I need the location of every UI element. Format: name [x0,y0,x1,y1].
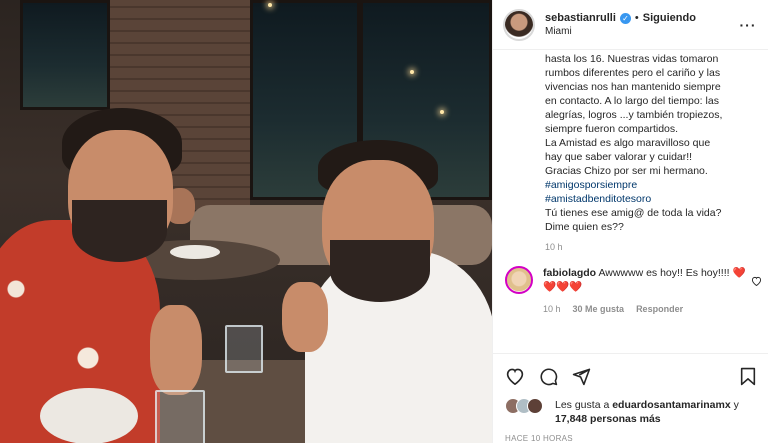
water-glass [155,390,205,443]
comment-time[interactable]: 10 h [543,302,561,316]
following-button[interactable]: Siguiendo [643,12,696,24]
comment-text: Awwwww es hoy!! Es hoy!!!! [598,267,730,279]
hashtag-link[interactable]: #amistadbenditotesoro [545,192,756,206]
hashtag-link[interactable]: #amigosporsiempre [545,178,756,192]
restaurant-window-left [20,0,110,110]
heart-icon[interactable] [505,367,525,385]
caption-line: hasta los 16. Nuestras vidas tomaron [545,53,719,65]
comment-likes-count[interactable]: 30 Me gusta [573,302,625,316]
caption-line: rumbos diferentes pero el cariño y las [545,67,721,79]
comment-item: fabiolagdo Awwwww es hoy!! Es hoy!!!! ❤️… [505,266,762,316]
author-avatar[interactable] [503,8,535,41]
caption-time[interactable]: 10 h [545,242,756,252]
lamp-light [268,3,272,7]
water-glass [225,325,263,373]
separator-dot: • [634,12,639,24]
caption-line: siempre fueron compartidos. [545,123,679,135]
right-person-thumbs-up [282,282,328,352]
author-info: sebastianrulli ✓ • Siguiendo Miami [545,12,738,37]
caption-line: vivencias nos han mantenido siempre [545,81,721,93]
action-icons-bar [505,364,756,388]
more-options-icon[interactable]: ··· [738,17,758,33]
comment-body: fabiolagdo Awwwww es hoy!! Es hoy!!!! ❤️… [543,266,756,316]
post-location[interactable]: Miami [545,26,738,37]
comment-icon[interactable] [539,367,558,386]
commenter-username[interactable]: fabiolagdo [543,267,596,279]
instagram-post: sebastianrulli ✓ • Siguiendo Miami ··· h… [0,0,768,443]
post-side-panel: sebastianrulli ✓ • Siguiendo Miami ··· h… [492,0,768,443]
liker-avatar[interactable] [527,398,543,414]
post-timestamp[interactable]: HACE 10 HORAS [505,434,756,443]
caption-line: La Amistad es algo maravilloso que [545,137,711,149]
caption-line: en contacto. A lo largo del tiempo: las [545,95,719,107]
post-photo[interactable] [0,0,492,443]
author-line: sebastianrulli ✓ • Siguiendo [545,12,738,24]
post-caption: hasta los 16. Nuestras vidas tomaron rum… [545,52,756,234]
comment-reply-button[interactable]: Responder [636,302,683,316]
comment-meta: 10 h 30 Me gusta Responder [543,302,756,316]
dinner-plate [40,388,138,443]
comments-area[interactable]: hasta los 16. Nuestras vidas tomaron rum… [493,50,768,353]
post-header: sebastianrulli ✓ • Siguiendo Miami ··· [493,0,768,50]
likes-prefix: Les gusta a [555,399,610,411]
liker-avatars [505,398,555,414]
heart-outline-icon[interactable] [751,276,762,289]
commenter-avatar[interactable] [505,266,533,294]
right-person-beard [330,240,430,302]
caption-line: hay que saber valorar y cuidar!! [545,151,693,163]
likes-conjunction: y [733,399,739,411]
caption-line: Dime quien es?? [545,221,624,233]
lamp-light [410,70,414,74]
share-icon[interactable] [572,367,591,386]
lamp-light [440,110,444,114]
left-person-thumbs-up [150,305,202,395]
post-actions: Les gusta a eduardosantamarinamx y 17,84… [493,353,768,443]
caption-line: Gracias Chizo por ser mi hermano. [545,165,708,177]
left-person-beard [72,200,167,262]
bookmark-icon[interactable] [740,367,756,386]
likes-text: Les gusta a eduardosantamarinamx y 17,84… [555,398,739,426]
caption-line: Tú tienes ese amig@ de toda la vida? [545,207,722,219]
likes-count[interactable]: 17,848 personas más [555,413,661,425]
background-plate [170,245,220,259]
caption-line: alegrías, logros ...y también tropiezos, [545,109,723,121]
author-username[interactable]: sebastianrulli [545,12,616,24]
liker-username[interactable]: eduardosantamarinamx [612,399,730,411]
verified-badge-icon: ✓ [619,12,631,24]
likes-summary: Les gusta a eduardosantamarinamx y 17,84… [505,398,756,426]
